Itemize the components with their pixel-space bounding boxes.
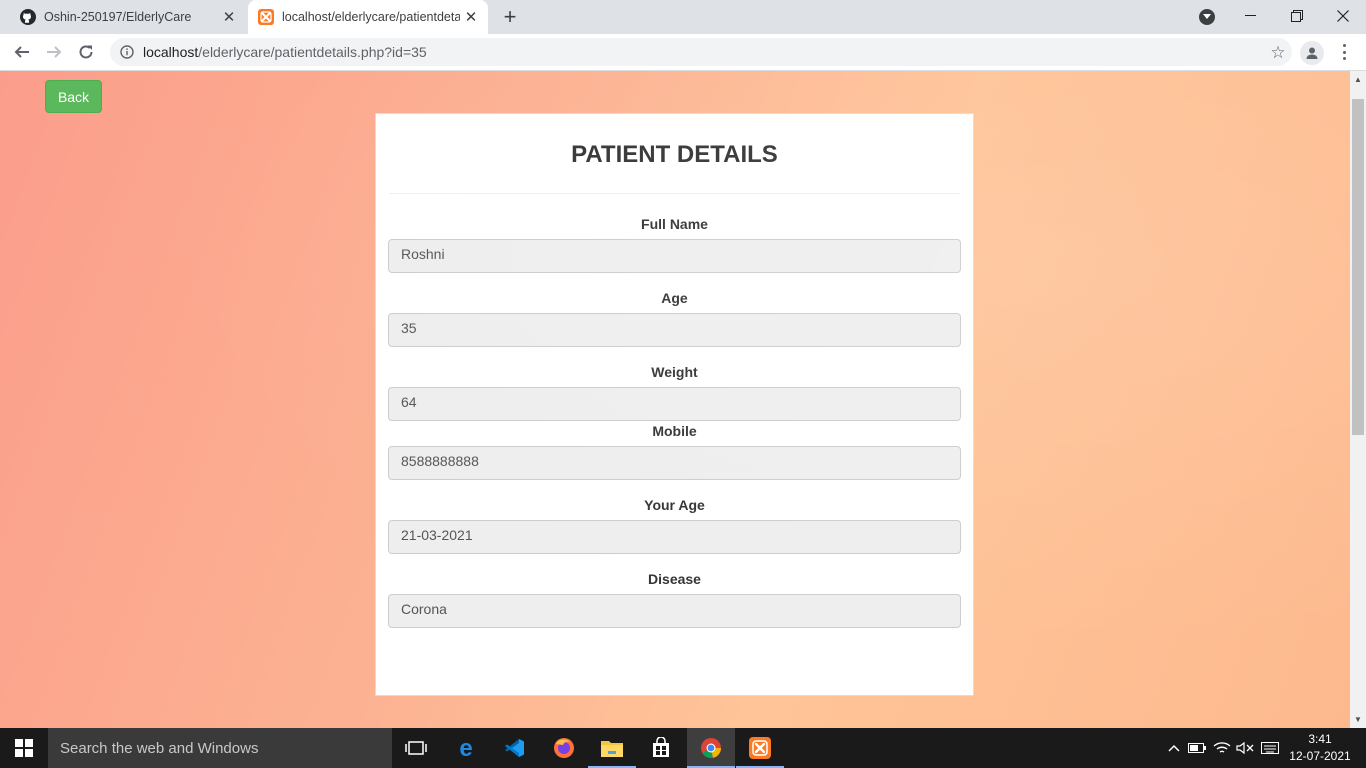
- forward-arrow-icon[interactable]: [40, 38, 68, 66]
- scroll-up-arrow-icon[interactable]: ▲: [1350, 71, 1366, 88]
- close-tab-icon[interactable]: ✕: [460, 6, 482, 28]
- clock-date: 12-07-2021: [1289, 749, 1351, 763]
- menu-icon[interactable]: [1336, 42, 1352, 62]
- windows-taskbar: Search the web and Windows e 3:41 12-07-…: [0, 728, 1366, 768]
- minimize-icon[interactable]: [1228, 0, 1274, 32]
- volume-muted-icon[interactable]: [1236, 738, 1254, 758]
- windows-start-icon[interactable]: [0, 728, 48, 768]
- patient-details-card: PATIENT DETAILS Full Name Roshni Age 35 …: [375, 113, 974, 696]
- edge-icon[interactable]: e: [442, 728, 490, 768]
- your-age-label: Your Age: [644, 497, 705, 513]
- xampp-icon: [258, 9, 274, 25]
- search-placeholder: Search the web and Windows: [60, 739, 259, 757]
- tab-github[interactable]: Oshin-250197/ElderlyCare ✕: [8, 0, 246, 34]
- weight-field[interactable]: 64: [388, 387, 961, 421]
- weight-label: Weight: [651, 364, 698, 380]
- scroll-thumb[interactable]: [1352, 99, 1364, 435]
- page-content: Back PATIENT DETAILS Full Name Roshni Ag…: [0, 71, 1350, 728]
- disease-label: Disease: [648, 571, 701, 587]
- browser-toolbar: localhost/elderlycare/patientdetails.php…: [0, 34, 1366, 71]
- task-view-icon[interactable]: [392, 728, 440, 768]
- divider: [389, 193, 960, 194]
- profile-avatar-icon[interactable]: [1300, 41, 1324, 65]
- tab-search-icon[interactable]: [1199, 9, 1215, 25]
- age-field[interactable]: 35: [388, 313, 961, 347]
- taskbar-search-box[interactable]: Search the web and Windows: [48, 728, 392, 768]
- scroll-down-arrow-icon[interactable]: ▼: [1350, 711, 1366, 728]
- mobile-label: Mobile: [652, 423, 697, 439]
- vertical-scrollbar[interactable]: ▲ ▼: [1350, 71, 1366, 728]
- full-name-label: Full Name: [641, 216, 708, 232]
- bookmark-star-icon[interactable]: ☆: [1264, 43, 1292, 62]
- tab-title: Oshin-250197/ElderlyCare: [44, 10, 192, 24]
- browser-tab-strip: Oshin-250197/ElderlyCare ✕ localhost/eld…: [0, 0, 1366, 34]
- github-icon: [20, 9, 36, 25]
- full-name-field[interactable]: Roshni: [388, 239, 961, 273]
- keyboard-icon[interactable]: [1261, 738, 1279, 758]
- reload-icon[interactable]: [72, 38, 100, 66]
- back-arrow-icon[interactable]: [8, 38, 36, 66]
- wifi-icon[interactable]: [1213, 738, 1231, 758]
- xampp-taskbar-icon[interactable]: [736, 728, 784, 768]
- close-tab-icon[interactable]: ✕: [218, 6, 240, 28]
- mobile-field[interactable]: 8588888888: [388, 446, 961, 480]
- back-button[interactable]: Back: [45, 80, 102, 113]
- page-title: PATIENT DETAILS: [571, 141, 778, 168]
- battery-icon[interactable]: [1188, 738, 1206, 758]
- disease-field[interactable]: Corona: [388, 594, 961, 628]
- svg-text:e: e: [459, 737, 472, 759]
- address-bar[interactable]: localhost/elderlycare/patientdetails.php…: [110, 38, 1292, 66]
- store-icon[interactable]: [637, 728, 685, 768]
- firefox-icon[interactable]: [540, 728, 588, 768]
- close-window-icon[interactable]: [1320, 0, 1366, 32]
- tab-patient-details[interactable]: localhost/elderlycare/patientdeta ✕: [248, 0, 488, 34]
- show-hidden-icons-icon[interactable]: [1166, 738, 1182, 758]
- url-text: localhost/elderlycare/patientdetails.php…: [143, 44, 427, 60]
- file-explorer-icon[interactable]: [588, 728, 636, 768]
- new-tab-button[interactable]: +: [498, 4, 522, 29]
- restore-icon[interactable]: [1274, 0, 1320, 32]
- chrome-icon[interactable]: [687, 728, 735, 768]
- tab-title: localhost/elderlycare/patientdeta: [282, 10, 460, 24]
- vscode-icon[interactable]: [490, 728, 538, 768]
- clock-time: 3:41: [1308, 732, 1332, 746]
- your-age-field[interactable]: 21-03-2021: [388, 520, 961, 554]
- age-label: Age: [661, 290, 688, 306]
- system-clock[interactable]: 3:41 12-07-2021: [1282, 731, 1358, 765]
- info-icon[interactable]: [120, 45, 134, 59]
